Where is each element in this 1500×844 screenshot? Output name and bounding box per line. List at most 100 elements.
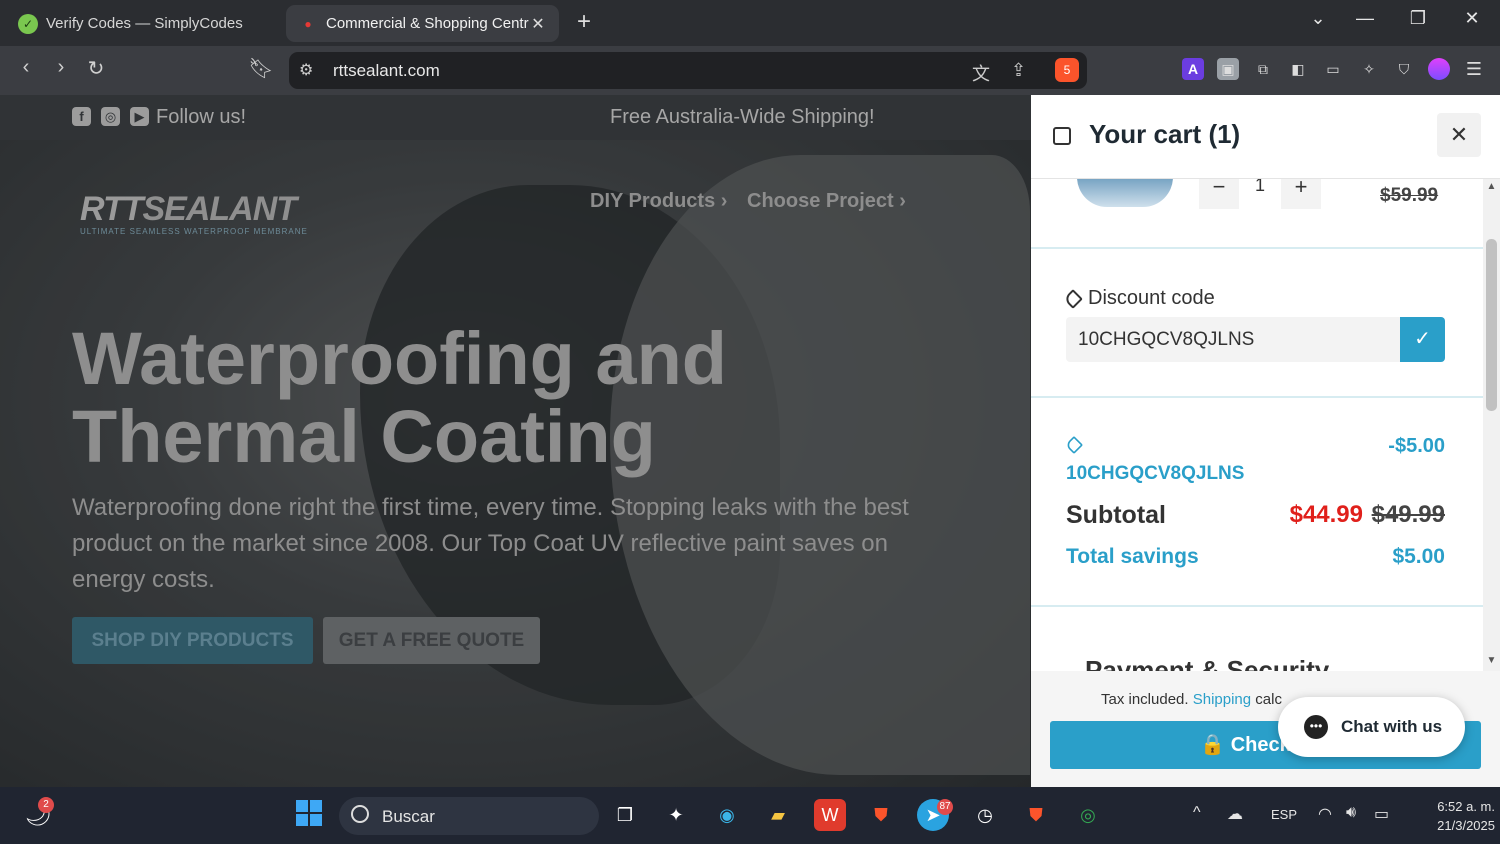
follow-us-text: Follow us! — [156, 106, 247, 128]
nav-choose-project[interactable]: Choose Project › — [747, 190, 906, 213]
item-compare-price: $59.99 — [1380, 185, 1439, 206]
cart-title: Your cart (1) — [1089, 119, 1241, 149]
translate-icon[interactable]: 文 — [972, 60, 990, 86]
discount-label: Discount code — [1063, 287, 1215, 310]
bookmark-icon[interactable]: 🔖︎ — [247, 56, 275, 81]
scroll-down-icon[interactable]: ▼ — [1485, 655, 1498, 666]
back-icon[interactable]: ‹ — [12, 56, 40, 79]
tab-rttsealant[interactable]: ● Commercial & Shopping Centre ✕ — [286, 5, 559, 42]
rtt-favicon-icon: ● — [304, 16, 312, 31]
tab-title: Verify Codes — SimplyCodes — [46, 15, 243, 32]
task-view-icon[interactable]: ❐ — [609, 799, 641, 831]
tab-search-icon[interactable]: ⌄ — [1303, 8, 1333, 29]
profile-avatar[interactable] — [1428, 58, 1450, 80]
site-settings-icon[interactable]: ⚙︎ — [299, 60, 313, 80]
cart-scrollbar[interactable]: ▲ ▼ — [1483, 179, 1500, 671]
language-indicator[interactable]: ESP — [1271, 807, 1297, 822]
instagram-icon[interactable]: ◎ — [101, 107, 120, 126]
payment-security-heading: Payment & Security — [1085, 657, 1329, 671]
tax-note-prefix: Tax included. — [1101, 691, 1189, 708]
share-icon[interactable]: ⇪ — [1011, 60, 1026, 81]
applied-tag-icon — [1064, 435, 1084, 455]
menu-icon[interactable]: ☰ — [1463, 58, 1485, 80]
tag-icon — [1063, 288, 1083, 309]
nav-diy-products[interactable]: DIY Products › — [590, 190, 727, 213]
edge-icon[interactable]: ◉ — [711, 799, 743, 831]
total-savings-value: $5.00 — [1392, 545, 1445, 568]
cart-drawer: Your cart (1) ✕ − 1 + $59.99 Discount co… — [1031, 95, 1500, 787]
shipping-banner: Free Australia-Wide Shipping! — [610, 106, 875, 128]
youtube-icon[interactable]: ▶ — [130, 107, 149, 126]
windows-start-icon[interactable] — [293, 799, 325, 831]
tray-overflow-icon[interactable]: ^ — [1193, 804, 1201, 822]
total-savings-label: Total savings — [1066, 545, 1199, 568]
extension-a-icon[interactable]: A — [1182, 58, 1204, 80]
tab-strip: ✓ Verify Codes — SimplyCodes ● Commercia… — [0, 0, 1500, 46]
wps-office-icon[interactable]: W — [814, 799, 846, 831]
discount-label-text: Discount code — [1088, 287, 1215, 309]
brave-taskbar-icon[interactable]: ⛊ — [865, 799, 897, 831]
extensions-puzzle-icon[interactable]: ⧉ — [1252, 58, 1274, 80]
site-logo[interactable]: RTTSEALANT ULTIMATE SEAMLESS WATERPROOF … — [80, 190, 310, 250]
applied-discount-amount: -$5.00 — [1388, 435, 1445, 457]
chat-widget-button[interactable]: ••• Chat with us — [1278, 697, 1465, 757]
leo-ai-icon[interactable]: ✧ — [1358, 58, 1380, 80]
web-page: f ◎ ▶ Follow us! Free Australia-Wide Shi… — [0, 95, 1031, 787]
free-quote-button[interactable]: GET A FREE QUOTE — [323, 617, 540, 664]
shipping-link[interactable]: Shipping — [1193, 691, 1251, 708]
quantity-increase-button[interactable]: + — [1281, 179, 1321, 209]
copilot-icon[interactable]: ✦ — [660, 799, 692, 831]
discount-code-input[interactable] — [1066, 317, 1400, 362]
minimize-icon[interactable]: — — [1350, 8, 1380, 29]
file-explorer-icon[interactable]: ▰ — [762, 799, 794, 831]
wifi-icon[interactable]: ◠ — [1318, 804, 1332, 824]
clock-date: 21/3/2025 — [1437, 818, 1495, 833]
battery-icon[interactable]: ▭ — [1374, 804, 1389, 824]
volume-icon[interactable]: 🔊︎ — [1346, 804, 1356, 822]
subtotal-price: $44.99 — [1289, 501, 1363, 528]
tax-note-suffix: calc — [1255, 691, 1282, 708]
facebook-icon[interactable]: f — [72, 107, 91, 126]
system-clock[interactable]: 6:52 a. m. 21/3/2025 — [1405, 797, 1495, 835]
sidebar-icon[interactable]: ◧ — [1287, 58, 1309, 80]
cart-close-button[interactable]: ✕ — [1437, 113, 1481, 157]
subtotal-compare-price: $49.99 — [1371, 501, 1445, 528]
cart-header: Your cart (1) ✕ — [1031, 95, 1500, 179]
social-links: f ◎ ▶ — [72, 107, 149, 126]
divider — [1031, 247, 1483, 249]
cart-scroll-area[interactable]: − 1 + $59.99 Discount code ✓ 10CHGQCV8QJ… — [1031, 179, 1483, 671]
maximize-icon[interactable]: ❐ — [1403, 8, 1433, 29]
reload-icon[interactable]: ↻ — [82, 56, 110, 81]
clock-time: 6:52 a. m. — [1437, 799, 1495, 814]
extension-image-icon[interactable]: ▣ — [1217, 58, 1239, 80]
tab-simplycodes[interactable]: ✓ Verify Codes — SimplyCodes — [6, 5, 276, 42]
address-bar[interactable]: ⚙︎ rttsealant.com 文 ⇪ 5 — [289, 52, 1087, 89]
close-window-icon[interactable]: ✕ — [1457, 8, 1487, 29]
tax-note: Tax included. Shipping calc — [1101, 691, 1282, 708]
scroll-up-icon[interactable]: ▲ — [1485, 181, 1498, 192]
tab-close-icon[interactable]: ✕ — [529, 14, 547, 34]
quantity-decrease-button[interactable]: − — [1199, 179, 1239, 209]
divider — [1031, 396, 1483, 398]
onedrive-icon[interactable]: ☁︎ — [1227, 804, 1243, 824]
vpn-icon[interactable]: ⛉ — [1393, 58, 1415, 80]
chrome-icon[interactable]: ◎ — [1072, 799, 1104, 831]
wallet-icon[interactable]: ▭ — [1322, 58, 1344, 80]
search-placeholder: Buscar — [382, 807, 435, 826]
scrollbar-thumb[interactable] — [1486, 239, 1497, 411]
cart-bag-icon — [1053, 127, 1071, 145]
applied-discount-code: 10CHGQCV8QJLNS — [1066, 463, 1245, 484]
quantity-value[interactable]: 1 — [1255, 179, 1265, 196]
shop-diy-products-button[interactable]: SHOP DIY PRODUCTS — [72, 617, 313, 664]
brave-beta-icon[interactable]: ⛊ — [1020, 799, 1052, 831]
chat-label: Chat with us — [1341, 717, 1443, 736]
new-tab-button[interactable]: + — [570, 8, 598, 36]
logo-rtt: RTT — [80, 190, 143, 228]
subtotal-label: Subtotal — [1066, 501, 1166, 529]
clock-app-icon[interactable]: ◷ — [969, 799, 1001, 831]
brave-shield-icon[interactable]: 5 — [1055, 58, 1079, 82]
forward-icon[interactable]: › — [47, 56, 75, 79]
apply-discount-button[interactable]: ✓ — [1400, 317, 1445, 362]
taskbar-search[interactable]: Buscar — [339, 797, 599, 835]
logo-tagline: ULTIMATE SEAMLESS WATERPROOF MEMBRANE — [80, 227, 308, 236]
